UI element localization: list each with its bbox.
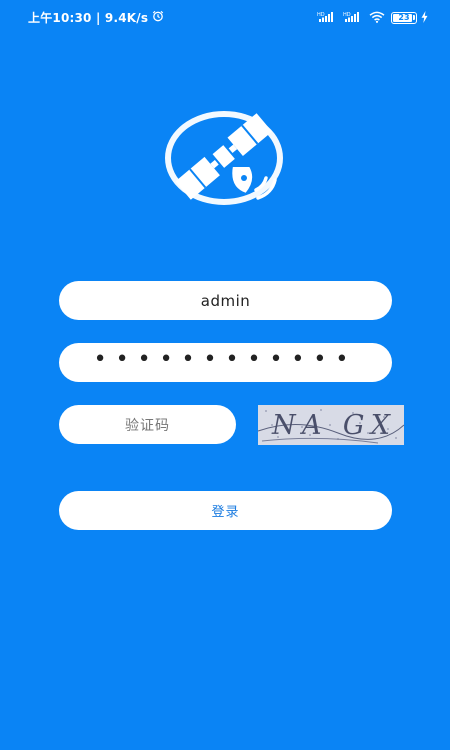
captcha-image[interactable]: NA GX (258, 405, 404, 445)
login-button[interactable]: 登录 (59, 491, 392, 530)
username-input[interactable]: admin (59, 281, 392, 320)
battery-icon: 23 (391, 11, 417, 24)
status-bar: 上午10:30 | 9.4K/s HD HD 23 (0, 0, 450, 34)
password-mask: •••••••••••• (93, 346, 358, 372)
satellite-icon (162, 108, 288, 208)
wifi-icon (369, 8, 385, 27)
captcha-input[interactable]: 验证码 (59, 405, 236, 444)
password-input[interactable]: •••••••••••• (59, 343, 392, 382)
svg-text:HD: HD (343, 12, 351, 18)
login-button-label: 登录 (211, 505, 240, 520)
signal-hd-icon: HD (343, 8, 363, 27)
battery-level: 23 (398, 13, 410, 22)
status-bar-left: 上午10:30 | 9.4K/s (28, 9, 164, 26)
status-time-speed: 上午10:30 | 9.4K/s (28, 11, 149, 25)
svg-text:HD: HD (317, 12, 325, 18)
battery-body: 23 (391, 11, 417, 24)
captcha-text: NA GX (271, 410, 394, 441)
signal-hd-icon: HD (317, 8, 337, 27)
captcha-placeholder: 验证码 (125, 417, 170, 434)
status-bar-right: HD HD 23 (317, 8, 428, 27)
charging-icon (421, 8, 428, 27)
username-value: admin (200, 291, 251, 310)
alarm-clock-icon (152, 10, 164, 25)
